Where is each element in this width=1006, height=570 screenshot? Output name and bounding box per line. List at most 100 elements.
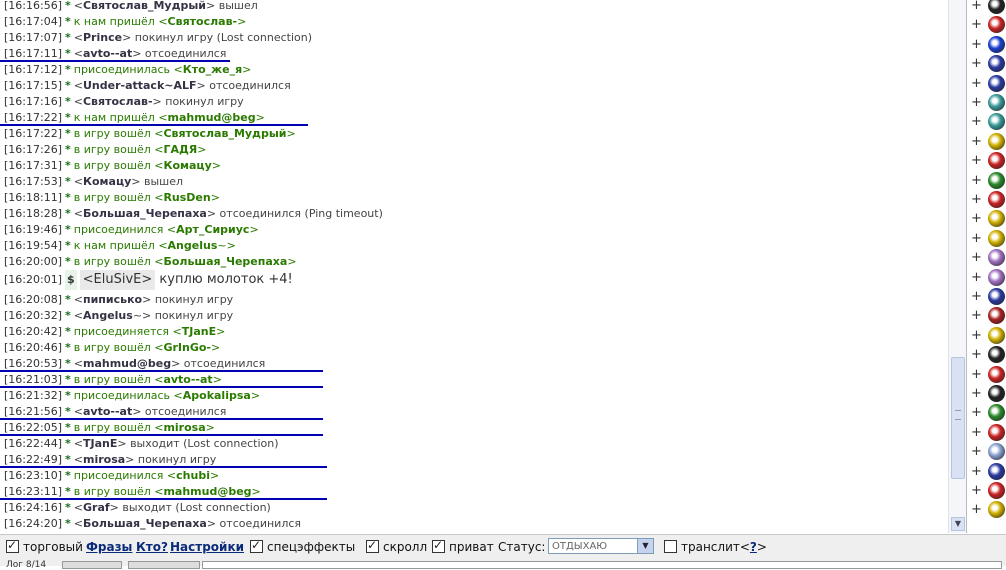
expand-plus-icon[interactable]: + (971, 481, 982, 500)
chat-nickname[interactable]: TJanE (182, 325, 216, 338)
private-checkbox[interactable] (432, 537, 445, 553)
expand-plus-icon[interactable]: + (971, 151, 982, 170)
user-row[interactable]: + (970, 326, 1006, 345)
chat-nickname[interactable]: Большая_Черепаха (163, 255, 287, 268)
user-row[interactable]: + (970, 74, 1006, 93)
user-row[interactable]: + (970, 54, 1006, 73)
expand-plus-icon[interactable]: + (971, 462, 982, 481)
expand-plus-icon[interactable]: + (971, 54, 982, 73)
translit-checkbox[interactable] (664, 540, 677, 553)
settings-link[interactable]: Настройки (170, 540, 244, 554)
expand-plus-icon[interactable]: + (971, 306, 982, 325)
expand-plus-icon[interactable]: + (971, 345, 982, 364)
user-row[interactable]: + (970, 345, 1006, 364)
effects-checkbox[interactable] (250, 537, 263, 553)
input-tab[interactable] (128, 561, 200, 569)
chat-nickname[interactable]: Комацу (83, 175, 131, 188)
chat-nickname[interactable]: Святослав- (168, 15, 238, 28)
chat-nickname[interactable]: avto--at (83, 405, 132, 418)
chat-nickname[interactable]: avto--at (83, 47, 132, 60)
chat-nickname[interactable]: Angelus (168, 239, 218, 252)
expand-plus-icon[interactable]: + (971, 287, 982, 306)
chat-nickname[interactable]: Комацу (163, 159, 211, 172)
expand-plus-icon[interactable]: + (971, 500, 982, 519)
user-row[interactable]: + (970, 462, 1006, 481)
translit-option[interactable]: транслит<?> (664, 539, 767, 555)
user-row[interactable]: + (970, 190, 1006, 209)
expand-plus-icon[interactable]: + (971, 423, 982, 442)
chat-nickname[interactable]: mirosa (83, 453, 125, 466)
chat-nickname[interactable]: <EluSivE> (79, 270, 156, 290)
chat-nickname[interactable]: пиписько (83, 293, 142, 306)
user-row[interactable]: + (970, 287, 1006, 306)
scroll-down-arrow-icon[interactable]: ▼ (951, 517, 965, 531)
trade-option[interactable]: торговый (6, 537, 83, 555)
chat-nickname[interactable]: TJanE (83, 437, 117, 450)
user-row[interactable]: + (970, 442, 1006, 461)
translit-help-link[interactable]: ? (750, 540, 757, 554)
message-input[interactable] (202, 561, 1002, 569)
expand-plus-icon[interactable]: + (971, 35, 982, 54)
chat-nickname[interactable]: Большая_Черепаха (83, 517, 207, 530)
expand-plus-icon[interactable]: + (971, 93, 982, 112)
user-row[interactable]: + (970, 481, 1006, 500)
expand-plus-icon[interactable]: + (971, 132, 982, 151)
phrases-link[interactable]: Фразы (86, 540, 132, 554)
chat-nickname[interactable]: Prince (83, 31, 122, 44)
chat-nickname[interactable]: Святослав_Мудрый (163, 127, 286, 140)
expand-plus-icon[interactable]: + (971, 384, 982, 403)
chat-nickname[interactable]: ГАДЯ (163, 143, 197, 156)
user-row[interactable]: + (970, 112, 1006, 131)
user-row[interactable]: + (970, 248, 1006, 267)
chat-nickname[interactable]: Кто_же_я (183, 63, 242, 76)
chat-nickname[interactable]: mahmud@beg (163, 485, 251, 498)
chat-nickname[interactable]: mahmud@beg (83, 357, 171, 370)
chat-nickname[interactable]: Angelus (83, 309, 133, 322)
chat-nickname[interactable]: Большая_Черепаха (83, 207, 207, 220)
chat-scrollbar[interactable]: ▼ (948, 0, 966, 533)
user-row[interactable]: + (970, 403, 1006, 422)
user-row[interactable]: + (970, 151, 1006, 170)
expand-plus-icon[interactable]: + (971, 326, 982, 345)
chat-nickname[interactable]: Святослав- (83, 95, 153, 108)
user-row[interactable]: + (970, 365, 1006, 384)
user-row[interactable]: + (970, 423, 1006, 442)
chat-nickname[interactable]: avto--at (163, 373, 212, 386)
scroll-option[interactable]: скролл (366, 537, 427, 555)
user-row[interactable]: + (970, 229, 1006, 248)
expand-plus-icon[interactable]: + (971, 190, 982, 209)
chevron-down-icon[interactable]: ▼ (637, 539, 653, 553)
expand-plus-icon[interactable]: + (971, 112, 982, 131)
chat-nickname[interactable]: Apokalipsa (183, 389, 251, 402)
user-row[interactable]: + (970, 93, 1006, 112)
scrollbar-thumb[interactable] (951, 357, 965, 479)
chat-nickname[interactable]: Арт_Сириус (176, 223, 249, 236)
user-row[interactable]: + (970, 306, 1006, 325)
user-row[interactable]: + (970, 35, 1006, 54)
effects-option[interactable]: спецэффекты (250, 537, 355, 555)
trade-checkbox[interactable] (6, 537, 19, 553)
chat-nickname[interactable]: mirosa (163, 421, 205, 434)
who-link[interactable]: Кто? (136, 540, 168, 554)
expand-plus-icon[interactable]: + (971, 171, 982, 190)
user-row[interactable]: + (970, 132, 1006, 151)
expand-plus-icon[interactable]: + (971, 403, 982, 422)
chat-nickname[interactable]: GrInGo- (163, 341, 211, 354)
scroll-checkbox[interactable] (366, 537, 379, 553)
expand-plus-icon[interactable]: + (971, 229, 982, 248)
expand-plus-icon[interactable]: + (971, 268, 982, 287)
expand-plus-icon[interactable]: + (971, 0, 982, 15)
user-row[interactable]: + (970, 500, 1006, 519)
expand-plus-icon[interactable]: + (971, 209, 982, 228)
user-row[interactable]: + (970, 171, 1006, 190)
chat-nickname[interactable]: mahmud@beg (168, 111, 256, 124)
chat-nickname[interactable]: Graf (83, 501, 110, 514)
status-select[interactable]: ОТДЫХАЮ ▼ (548, 538, 654, 554)
expand-plus-icon[interactable]: + (971, 365, 982, 384)
user-row[interactable]: + (970, 209, 1006, 228)
private-option[interactable]: приват (432, 537, 494, 555)
expand-plus-icon[interactable]: + (971, 15, 982, 34)
chat-nickname[interactable]: RusDen (163, 191, 210, 204)
chat-nickname[interactable]: Святослав_Мудрый (83, 0, 206, 12)
expand-plus-icon[interactable]: + (971, 74, 982, 93)
